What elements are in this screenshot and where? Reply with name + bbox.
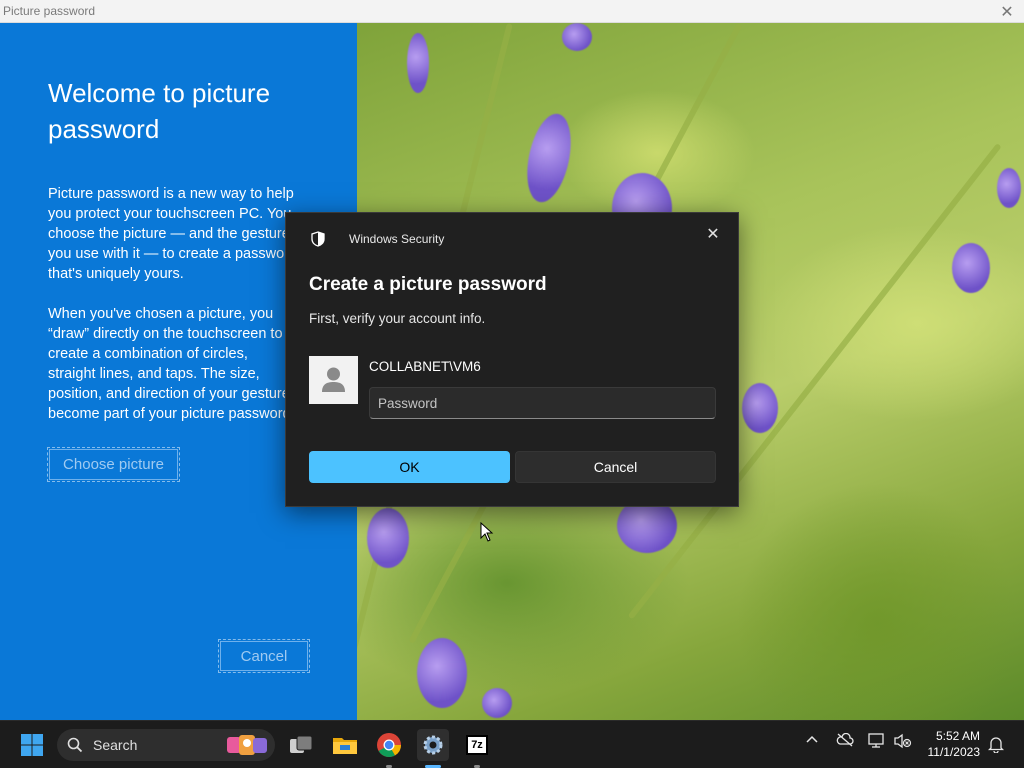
lavender-flower [952,243,990,293]
taskbar: Search 7z 5:52 AM 11/1/2023 [0,720,1024,768]
window-title: Picture password [3,4,96,18]
network-icon [868,733,884,748]
dialog-subtitle: First, verify your account info. [309,311,486,326]
search-highlight-icon [227,735,267,755]
lavender-flower [997,168,1021,208]
file-explorer-button[interactable] [329,729,361,761]
shield-icon [311,231,325,247]
volume-button[interactable] [894,733,912,752]
windows-security-dialog: Windows Security ✕ Create a picture pass… [285,212,739,507]
lavender-flower [520,109,578,207]
avatar [309,356,358,404]
network-button[interactable] [868,733,886,752]
choose-picture-button[interactable]: Choose picture [47,447,180,482]
lavender-flower [742,383,778,433]
search-label: Search [93,737,138,753]
lavender-flower [367,508,409,568]
start-button[interactable] [16,729,48,761]
start-icon [21,734,43,756]
search-icon [67,737,83,753]
chrome-button[interactable] [373,729,405,761]
settings-icon [423,735,443,755]
intro-paragraph-1: Picture password is a new way to help yo… [48,186,298,282]
7zip-icon-label: 7z [471,739,483,751]
password-field[interactable] [369,387,716,419]
onedrive-button[interactable] [836,732,854,750]
lavender-flower [482,688,512,718]
speaker-muted-icon [894,733,912,749]
cloud-offline-icon [836,732,854,747]
dialog-app-name: Windows Security [349,232,445,246]
clock-time: 5:52 AM [935,729,980,743]
account-name: COLLABNET\VM6 [369,359,481,374]
lavender-flower [562,23,592,51]
user-icon [322,367,345,392]
7zip-icon: 7z [466,735,488,755]
settings-button[interactable] [417,729,449,761]
bell-icon [987,737,1005,754]
clock[interactable]: 5:52 AM 11/1/2023 [928,728,981,760]
chrome-icon [377,733,401,758]
taskbar-search[interactable]: Search [57,729,275,761]
intro-paragraph-2: When you've chosen a picture, you “draw”… [48,306,298,422]
cancel-button[interactable]: Cancel [515,451,716,483]
task-view-icon [290,735,313,753]
dialog-heading: Create a picture password [309,274,547,295]
lavender-flower [417,638,467,708]
intro-cancel-button[interactable]: Cancel [218,639,310,673]
file-explorer-icon [333,738,357,754]
notifications-button[interactable] [987,735,1005,756]
show-hidden-icons-button[interactable] [805,733,819,750]
close-icon: ✕ [1000,3,1014,21]
7zip-button[interactable]: 7z [461,729,493,761]
dialog-close-button[interactable]: ✕ [702,223,724,245]
task-view-button[interactable] [285,729,317,761]
ok-button[interactable]: OK [309,451,510,483]
chevron-up-icon [806,735,818,743]
window-titlebar: Picture password ✕ [0,0,1024,23]
intro-heading: Welcome to picture password [48,78,271,144]
lavender-flower [407,33,429,93]
close-icon: ✕ [706,226,720,243]
clock-date: 11/1/2023 [927,745,981,759]
window-close-button[interactable]: ✕ [990,0,1024,23]
mouse-cursor-icon [480,522,494,542]
